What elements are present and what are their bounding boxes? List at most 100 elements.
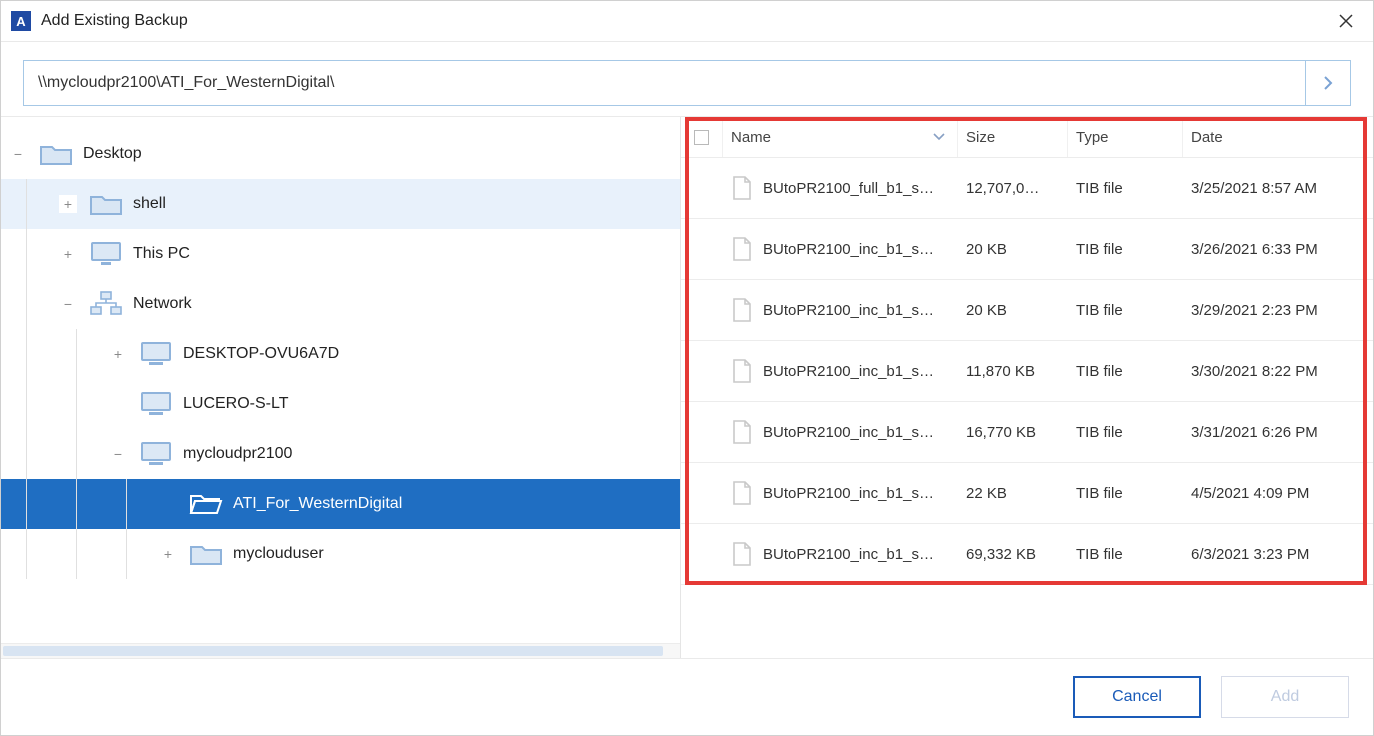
file-name-cell: BUtoPR2100_inc_b1_s… bbox=[723, 236, 958, 262]
titlebar: A Add Existing Backup bbox=[1, 1, 1373, 42]
folder-icon bbox=[39, 141, 73, 167]
folder-tree[interactable]: − Desktop+ shell+ This PC− Network+ DESK… bbox=[1, 129, 680, 658]
tree-item-mycloud[interactable]: − mycloudpr2100 bbox=[1, 429, 680, 479]
file-size: 69,332 KB bbox=[958, 546, 1068, 563]
file-name-cell: BUtoPR2100_full_b1_s… bbox=[723, 175, 958, 201]
column-checkbox[interactable] bbox=[681, 117, 723, 157]
tree-item-label: mycloudpr2100 bbox=[183, 445, 292, 463]
cancel-button[interactable]: Cancel bbox=[1073, 676, 1201, 718]
file-row[interactable]: BUtoPR2100_inc_b1_s… 22 KBTIB file4/5/202… bbox=[681, 463, 1373, 524]
folder-icon bbox=[89, 191, 123, 217]
tree-item-label: ATI_For_WesternDigital bbox=[233, 495, 402, 513]
file-icon bbox=[731, 480, 753, 506]
file-name-cell: BUtoPR2100_inc_b1_s… bbox=[723, 297, 958, 323]
tree-item-thispc[interactable]: + This PC bbox=[1, 229, 680, 279]
file-name-cell: BUtoPR2100_inc_b1_s… bbox=[723, 541, 958, 567]
close-icon[interactable] bbox=[1329, 10, 1363, 32]
file-name: BUtoPR2100_inc_b1_s… bbox=[763, 302, 934, 319]
file-name: BUtoPR2100_inc_b1_s… bbox=[763, 546, 934, 563]
tree-item-label: LUCERO-S-LT bbox=[183, 395, 289, 413]
expand-icon[interactable]: + bbox=[109, 345, 127, 363]
file-type: TIB file bbox=[1068, 485, 1183, 502]
dialog-footer: Cancel Add bbox=[1, 659, 1373, 735]
tree-item-shell[interactable]: + shell bbox=[1, 179, 680, 229]
tree-item-label: DESKTOP-OVU6A7D bbox=[183, 345, 339, 363]
computer-icon bbox=[139, 390, 173, 418]
path-input[interactable] bbox=[24, 61, 1305, 105]
pc-icon bbox=[89, 240, 123, 268]
expand-icon[interactable]: + bbox=[159, 545, 177, 563]
file-list-pane: Name Size Type Date BUtoPR2100_full_b1_s… bbox=[681, 117, 1373, 658]
window-title: Add Existing Backup bbox=[41, 12, 188, 30]
path-go-button[interactable] bbox=[1305, 61, 1350, 105]
file-size: 20 KB bbox=[958, 302, 1068, 319]
file-icon bbox=[731, 175, 753, 201]
expand-icon[interactable]: + bbox=[59, 195, 77, 213]
file-size: 22 KB bbox=[958, 485, 1068, 502]
file-size: 11,870 KB bbox=[958, 363, 1068, 380]
file-size: 16,770 KB bbox=[958, 424, 1068, 441]
column-name-label: Name bbox=[731, 129, 771, 146]
file-icon bbox=[731, 297, 753, 323]
file-icon bbox=[731, 419, 753, 445]
file-list-header: Name Size Type Date bbox=[681, 117, 1373, 158]
select-all-checkbox[interactable] bbox=[694, 130, 709, 145]
file-row[interactable]: BUtoPR2100_inc_b1_s…11,870 KBTIB file3/3… bbox=[681, 341, 1373, 402]
dialog-window: A Add Existing Backup − Desktop+ shell+ … bbox=[0, 0, 1374, 736]
file-name-cell: BUtoPR2100_inc_b1_s… bbox=[723, 419, 958, 445]
column-date[interactable]: Date bbox=[1183, 117, 1373, 157]
tree-item-lucero[interactable]: LUCERO-S-LT bbox=[1, 379, 680, 429]
file-row[interactable]: BUtoPR2100_inc_b1_s…69,332 KBTIB file6/3… bbox=[681, 524, 1373, 585]
collapse-icon[interactable]: − bbox=[59, 295, 77, 313]
file-icon bbox=[731, 541, 753, 567]
column-type[interactable]: Type bbox=[1068, 117, 1183, 157]
tree-item-label: shell bbox=[133, 195, 166, 213]
computer-icon bbox=[139, 340, 173, 368]
collapse-icon[interactable]: − bbox=[109, 445, 127, 463]
column-date-label: Date bbox=[1191, 129, 1223, 146]
tree-item-network[interactable]: − Network bbox=[1, 279, 680, 329]
file-row[interactable]: BUtoPR2100_full_b1_s… 12,707,0…TIB file3/… bbox=[681, 158, 1373, 219]
tree-item-label: This PC bbox=[133, 245, 190, 263]
file-date: 3/30/2021 8:22 PM bbox=[1183, 363, 1373, 380]
network-icon bbox=[89, 290, 123, 318]
file-row[interactable]: BUtoPR2100_inc_b1_s…20 KBTIB file3/26/20… bbox=[681, 219, 1373, 280]
computer-icon bbox=[139, 440, 173, 468]
file-date: 3/31/2021 6:26 PM bbox=[1183, 424, 1373, 441]
file-name: BUtoPR2100_full_b1_s… bbox=[763, 180, 934, 197]
tree-scrollbar-horizontal[interactable] bbox=[1, 643, 680, 658]
app-icon: A bbox=[11, 11, 31, 31]
file-icon bbox=[731, 236, 753, 262]
add-button[interactable]: Add bbox=[1221, 676, 1349, 718]
body: − Desktop+ shell+ This PC− Network+ DESK… bbox=[1, 116, 1373, 659]
tree-item-label: Network bbox=[133, 295, 192, 313]
file-size: 12,707,0… bbox=[958, 180, 1068, 197]
tree-item-ati[interactable]: ATI_For_WesternDigital bbox=[1, 479, 680, 529]
tree-item-desktop[interactable]: − Desktop bbox=[1, 129, 680, 179]
file-name: BUtoPR2100_inc_b1_s… bbox=[763, 424, 934, 441]
file-row[interactable]: BUtoPR2100_inc_b1_s… 16,770 KBTIB file3/3… bbox=[681, 402, 1373, 463]
file-type: TIB file bbox=[1068, 424, 1183, 441]
file-row[interactable]: BUtoPR2100_inc_b1_s…20 KBTIB file3/29/20… bbox=[681, 280, 1373, 341]
file-name: BUtoPR2100_inc_b1_s… bbox=[763, 485, 934, 502]
tree-item-desktop-ovu[interactable]: + DESKTOP-OVU6A7D bbox=[1, 329, 680, 379]
tree-item-label: Desktop bbox=[83, 145, 142, 163]
file-size: 20 KB bbox=[958, 241, 1068, 258]
collapse-icon[interactable]: − bbox=[9, 145, 27, 163]
file-date: 4/5/2021 4:09 PM bbox=[1183, 485, 1373, 502]
file-icon bbox=[731, 358, 753, 384]
file-type: TIB file bbox=[1068, 180, 1183, 197]
file-name-cell: BUtoPR2100_inc_b1_s… bbox=[723, 480, 958, 506]
file-date: 3/25/2021 8:57 AM bbox=[1183, 180, 1373, 197]
folder-icon bbox=[189, 541, 223, 567]
folder-tree-pane: − Desktop+ shell+ This PC− Network+ DESK… bbox=[1, 117, 681, 658]
tree-item-myclouduser[interactable]: + myclouduser bbox=[1, 529, 680, 579]
column-name[interactable]: Name bbox=[723, 117, 958, 157]
expand-icon[interactable]: + bbox=[59, 245, 77, 263]
file-name: BUtoPR2100_inc_b1_s… bbox=[763, 241, 934, 258]
file-date: 3/29/2021 2:23 PM bbox=[1183, 302, 1373, 319]
file-type: TIB file bbox=[1068, 546, 1183, 563]
sort-indicator-icon bbox=[933, 133, 945, 141]
file-date: 3/26/2021 6:33 PM bbox=[1183, 241, 1373, 258]
column-size[interactable]: Size bbox=[958, 117, 1068, 157]
